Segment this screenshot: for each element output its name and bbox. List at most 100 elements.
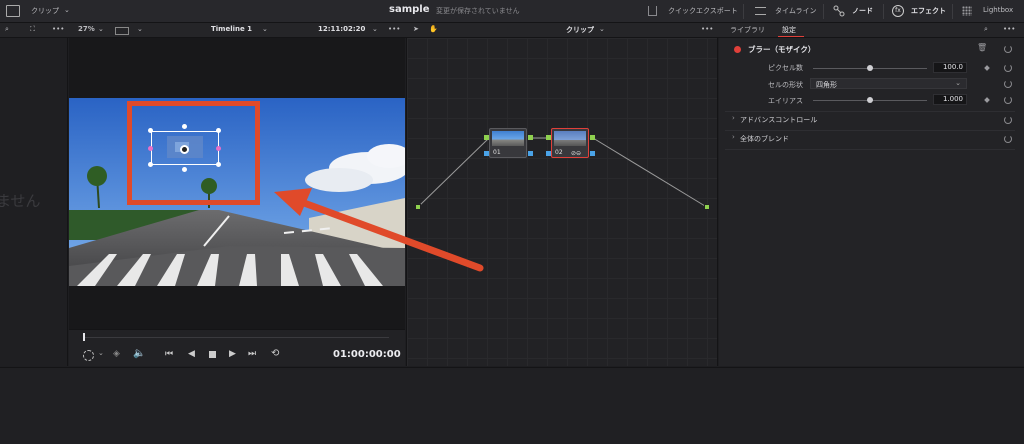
output-port[interactable] (704, 204, 710, 210)
cell-shape-dropdown[interactable]: 四角形 ⌄ (810, 78, 967, 89)
skip-to-end-icon[interactable]: ⏭ (248, 349, 256, 359)
playhead[interactable] (83, 333, 85, 341)
node-output-blue[interactable] (590, 151, 595, 156)
quick-export-button[interactable]: クイックエクスポート (668, 6, 738, 16)
chevron-down-icon[interactable]: ⌄ (262, 25, 268, 33)
search-icon[interactable]: ⌕ (984, 25, 988, 34)
chevron-right-icon[interactable]: › (732, 133, 735, 141)
more-options-icon[interactable]: ••• (52, 25, 64, 33)
clip-viewer-icon[interactable] (6, 5, 20, 17)
export-icon[interactable] (648, 6, 657, 16)
effect-enable-toggle[interactable] (734, 46, 741, 53)
reset-section-icon[interactable] (1004, 116, 1012, 124)
chevron-down-icon[interactable]: ⌄ (137, 25, 143, 33)
stop-icon[interactable] (209, 351, 216, 358)
more-options-icon[interactable]: ••• (1003, 25, 1015, 33)
step-back-icon[interactable]: ◀ (188, 349, 195, 359)
param-label: エイリアス (768, 97, 803, 105)
empty-panel-message: ません (0, 192, 41, 210)
active-tab-underline (778, 36, 804, 37)
reset-param-icon[interactable] (1004, 64, 1012, 72)
zoom-level[interactable]: 27% (78, 25, 95, 33)
volume-icon[interactable]: 🔈 (133, 348, 145, 359)
node-01[interactable]: 01 (489, 128, 527, 158)
node-output-green[interactable] (590, 135, 595, 140)
timecode-display: 12:11:02:20 (318, 25, 366, 33)
reset-effect-icon[interactable] (1004, 45, 1012, 53)
section-advanced-controls[interactable]: アドバンスコントロール (740, 115, 817, 125)
node-icon[interactable] (833, 5, 845, 17)
chevron-right-icon[interactable]: › (732, 114, 735, 122)
chevron-down-icon[interactable]: ⌄ (599, 25, 605, 33)
lightbox-button[interactable]: Lightbox (983, 6, 1013, 14)
pixel-count-value[interactable]: 100.0 (933, 62, 967, 73)
clip-menu[interactable]: クリップ (31, 6, 59, 16)
node-input-green[interactable] (484, 135, 489, 140)
reset-section-icon[interactable] (1004, 135, 1012, 143)
node-button[interactable]: ノード (852, 6, 873, 16)
section-global-blend[interactable]: 全体のブレンド (740, 134, 789, 144)
project-name: sample (389, 4, 430, 15)
chevron-down-icon: ⌄ (955, 79, 961, 87)
loop-mode-icon[interactable] (83, 350, 94, 361)
annotation-arrow (274, 188, 484, 272)
inspector-panel: ブラー（モザイク） 🗑 ピクセル数 100.0 セルの形状 四角形 ⌄ エイリア… (719, 38, 1024, 366)
scrubber-track[interactable] (83, 337, 389, 338)
play-icon[interactable]: ▶ (229, 349, 236, 359)
node-label: 02 (555, 149, 563, 156)
media-panel: ません (0, 38, 68, 366)
alias-slider-knob[interactable] (867, 97, 873, 103)
skip-to-start-icon[interactable]: ⏮ (165, 349, 173, 359)
more-options-icon[interactable]: ••• (701, 25, 713, 33)
chevron-down-icon[interactable]: ⌄ (98, 25, 104, 33)
grid-view-icon[interactable]: ⛶ (30, 25, 35, 34)
reset-param-icon[interactable] (1004, 80, 1012, 88)
timeline-name[interactable]: Timeline 1 (211, 25, 252, 33)
pixel-count-slider-knob[interactable] (867, 65, 873, 71)
chevron-down-icon[interactable]: ⌄ (372, 25, 378, 33)
keyframe-icon[interactable] (984, 97, 990, 103)
delete-effect-icon[interactable]: 🗑 (977, 43, 987, 52)
tab-library[interactable]: ライブラリ (730, 25, 765, 35)
node-thumbnail (492, 131, 524, 146)
annotation-highlight-box (127, 101, 260, 205)
tab-settings[interactable]: 設定 (782, 25, 796, 35)
more-options-icon[interactable]: ••• (388, 25, 400, 33)
node-mode-select[interactable]: クリップ (566, 25, 594, 35)
alias-value[interactable]: 1.000 (933, 94, 967, 105)
timeline-button[interactable]: タイムライン (775, 6, 817, 16)
node-input-blue[interactable] (546, 151, 551, 156)
chevron-down-icon[interactable]: ⌄ (64, 6, 70, 14)
viewer-toolbar: ⌕ ⛶ ••• 27% ⌄ ⌄ Timeline 1 ⌄ 12:11:02:20… (0, 23, 1024, 56)
node-02[interactable]: 02 ⊘⊖ (551, 128, 589, 158)
bottom-panel (0, 367, 1024, 444)
transport-controls: ⌄ ◈ 🔈 ⏮ ◀ ▶ ⏭ ⟲ 01:00:00:00 (69, 329, 405, 366)
save-status: 変更が保存されていません (436, 7, 520, 15)
node-output-green[interactable] (528, 135, 533, 140)
viewer-mode-icon[interactable] (115, 27, 129, 35)
chevron-down-icon[interactable]: ⌄ (98, 349, 104, 357)
search-icon[interactable]: ⌕ (5, 25, 9, 34)
divider (725, 130, 1015, 131)
node-input-blue[interactable] (484, 151, 489, 156)
param-label: セルの形状 (768, 81, 803, 89)
node-thumbnail (554, 131, 586, 146)
node-output-blue[interactable] (528, 151, 533, 156)
layers-icon[interactable]: ◈ (113, 349, 120, 359)
top-toolbar: クリップ ⌄ sample 変更が保存されていません クイックエクスポート タイ… (0, 0, 1024, 23)
hand-tool-icon[interactable]: ✋ (429, 25, 438, 33)
reset-param-icon[interactable] (1004, 96, 1012, 104)
divider (725, 111, 1015, 112)
cell-shape-value: 四角形 (816, 81, 837, 89)
param-label: ピクセル数 (768, 64, 803, 72)
node-input-green[interactable] (546, 135, 551, 140)
loop-icon[interactable]: ⟲ (271, 348, 279, 359)
timeline-icon[interactable] (755, 7, 766, 15)
keyframe-icon[interactable] (984, 65, 990, 71)
lightbox-icon[interactable] (962, 6, 972, 16)
fx-icon[interactable]: fx (892, 5, 904, 17)
node-label: 01 (493, 149, 501, 156)
divider (725, 149, 1015, 150)
pointer-tool-icon[interactable]: ➤ (413, 25, 419, 33)
effects-button[interactable]: エフェクト (911, 6, 946, 16)
